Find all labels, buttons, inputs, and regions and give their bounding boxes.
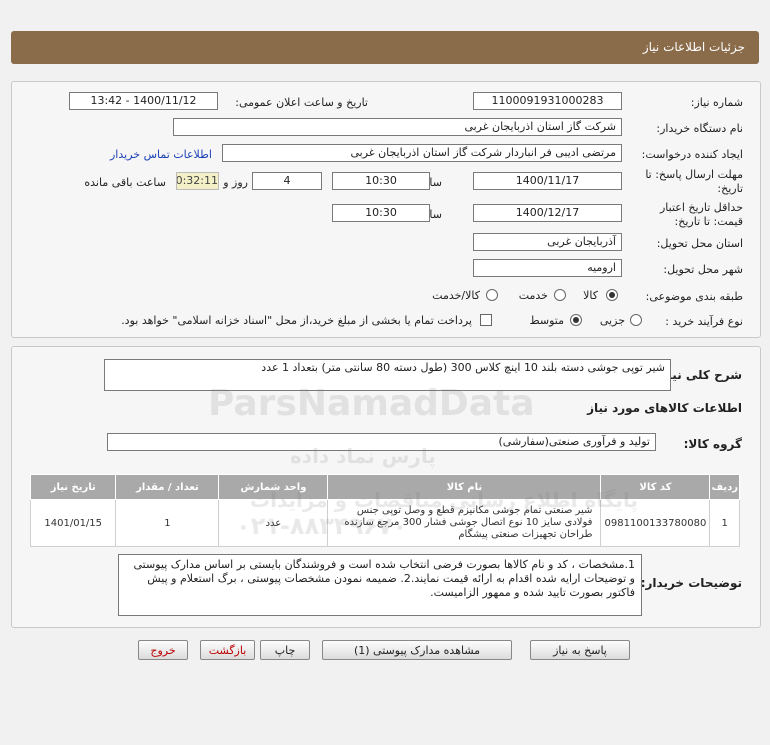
deadline-label-2: تاریخ: bbox=[717, 182, 743, 195]
row-number: 1 bbox=[709, 499, 740, 547]
need-number-field[interactable]: 1100091931000283 bbox=[473, 92, 622, 110]
col-qty: تعداد / مقدار bbox=[115, 474, 220, 500]
reply-button[interactable]: پاسخ به نیاز bbox=[530, 640, 630, 660]
print-button[interactable]: چاپ bbox=[260, 640, 310, 660]
purchase-minor-label: جزیی bbox=[599, 314, 625, 327]
goods-group-label: گروه کالا: bbox=[683, 437, 742, 451]
min-validity-label-2: قیمت: تا تاریخ: bbox=[674, 215, 743, 228]
min-validity-label: حداقل تاریخ اعتبار bbox=[659, 201, 743, 214]
days-field[interactable]: 4 bbox=[252, 172, 322, 190]
col-row: ردیف bbox=[709, 474, 740, 500]
category-goods-radio[interactable] bbox=[606, 289, 618, 301]
category-label: طبقه بندی موضوعی: bbox=[645, 290, 743, 303]
item-name: شیر صنعتی تمام جوشی مکانیزم قطع و وصل تو… bbox=[327, 499, 602, 547]
view-attachments-button[interactable]: مشاهده مدارک پیوستی (1) bbox=[322, 640, 512, 660]
announce-datetime-field[interactable]: 1400/11/12 - 13:42 bbox=[69, 92, 218, 110]
validity-time-field[interactable]: 10:30 bbox=[332, 204, 430, 222]
page-header: جزئیات اطلاعات نیاز bbox=[11, 31, 759, 64]
col-code: کد کالا bbox=[600, 474, 711, 500]
back-button[interactable]: بازگشت bbox=[200, 640, 255, 660]
treasury-payment-note: پرداخت تمام یا بخشی از مبلغ خرید،از محل … bbox=[121, 314, 472, 327]
col-unit: واحد شمارش bbox=[218, 474, 329, 500]
item-date: 1401/01/15 bbox=[29, 499, 117, 547]
remaining-label: ساعت باقی مانده bbox=[84, 176, 166, 189]
treasury-payment-checkbox[interactable] bbox=[480, 314, 492, 326]
col-name: نام کالا bbox=[327, 474, 602, 500]
purchase-type-label: نوع فرآیند خرید : bbox=[665, 315, 743, 328]
general-desc-field[interactable]: شیر توپی جوشی دسته بلند 10 اینچ کلاس 300… bbox=[104, 359, 671, 391]
days-label: روز و bbox=[223, 176, 248, 189]
item-unit: عدد bbox=[218, 499, 329, 547]
announce-label: تاریخ و ساعت اعلان عمومی: bbox=[235, 96, 368, 109]
category-service-label: خدمت bbox=[518, 289, 548, 302]
purchase-medium-label: متوسط bbox=[529, 314, 564, 327]
buyer-notes-field[interactable]: 1.مشخصات ، کد و نام کالاها بصورت فرضی ان… bbox=[118, 554, 642, 616]
exit-button[interactable]: خروج bbox=[138, 640, 188, 660]
col-date: تاریخ نیاز bbox=[29, 474, 117, 500]
goods-info-title: اطلاعات کالاهای مورد نیاز bbox=[587, 401, 742, 415]
province-label: استان محل تحویل: bbox=[656, 237, 743, 250]
item-code: 0981100133780080 bbox=[600, 499, 711, 547]
category-service-radio[interactable] bbox=[554, 289, 566, 301]
validity-date-field[interactable]: 1400/12/17 bbox=[473, 204, 622, 222]
buyer-notes-label: توضیحات خریدار: bbox=[640, 576, 742, 590]
deadline-time-field[interactable]: 10:30 bbox=[332, 172, 430, 190]
goods-table-header: ردیف کد کالا نام کالا واحد شمارش تعداد /… bbox=[29, 474, 740, 500]
page-title: جزئیات اطلاعات نیاز bbox=[642, 40, 745, 54]
creator-label: ایجاد کننده درخواست: bbox=[641, 148, 743, 161]
goods-group-field[interactable]: تولید و فرآوری صنعتی(سفارشی) bbox=[107, 433, 656, 451]
need-number-label: شماره نیاز: bbox=[690, 96, 743, 109]
category-goods-service-label: کالا/خدمت bbox=[432, 289, 480, 302]
city-field[interactable]: ارومیه bbox=[473, 259, 622, 277]
deadline-date-field[interactable]: 1400/11/17 bbox=[473, 172, 622, 190]
city-label: شهر محل تحویل: bbox=[663, 263, 743, 276]
province-field[interactable]: آذربایجان غربی bbox=[473, 233, 622, 251]
remaining-time-field: 20:32:11 bbox=[176, 172, 219, 190]
category-goods-label: کالا bbox=[583, 289, 598, 302]
goods-table: ردیف کد کالا نام کالا واحد شمارش تعداد /… bbox=[29, 474, 740, 547]
item-qty: 1 bbox=[115, 499, 220, 547]
purchase-medium-radio[interactable] bbox=[570, 314, 582, 326]
category-goods-service-radio[interactable] bbox=[486, 289, 498, 301]
buyer-org-field[interactable]: شرکت گاز استان اذربایجان غربی bbox=[173, 118, 622, 136]
buyer-org-label: نام دستگاه خریدار: bbox=[656, 122, 743, 135]
table-row[interactable]: 1 0981100133780080 شیر صنعتی تمام جوشی م… bbox=[29, 499, 740, 547]
creator-field[interactable]: مرتضی ادیبی فر انباردار شرکت گاز استان ا… bbox=[222, 144, 622, 162]
purchase-minor-radio[interactable] bbox=[630, 314, 642, 326]
buyer-contact-link[interactable]: اطلاعات تماس خریدار bbox=[110, 148, 212, 161]
deadline-label: مهلت ارسال پاسخ: تا bbox=[645, 168, 743, 181]
